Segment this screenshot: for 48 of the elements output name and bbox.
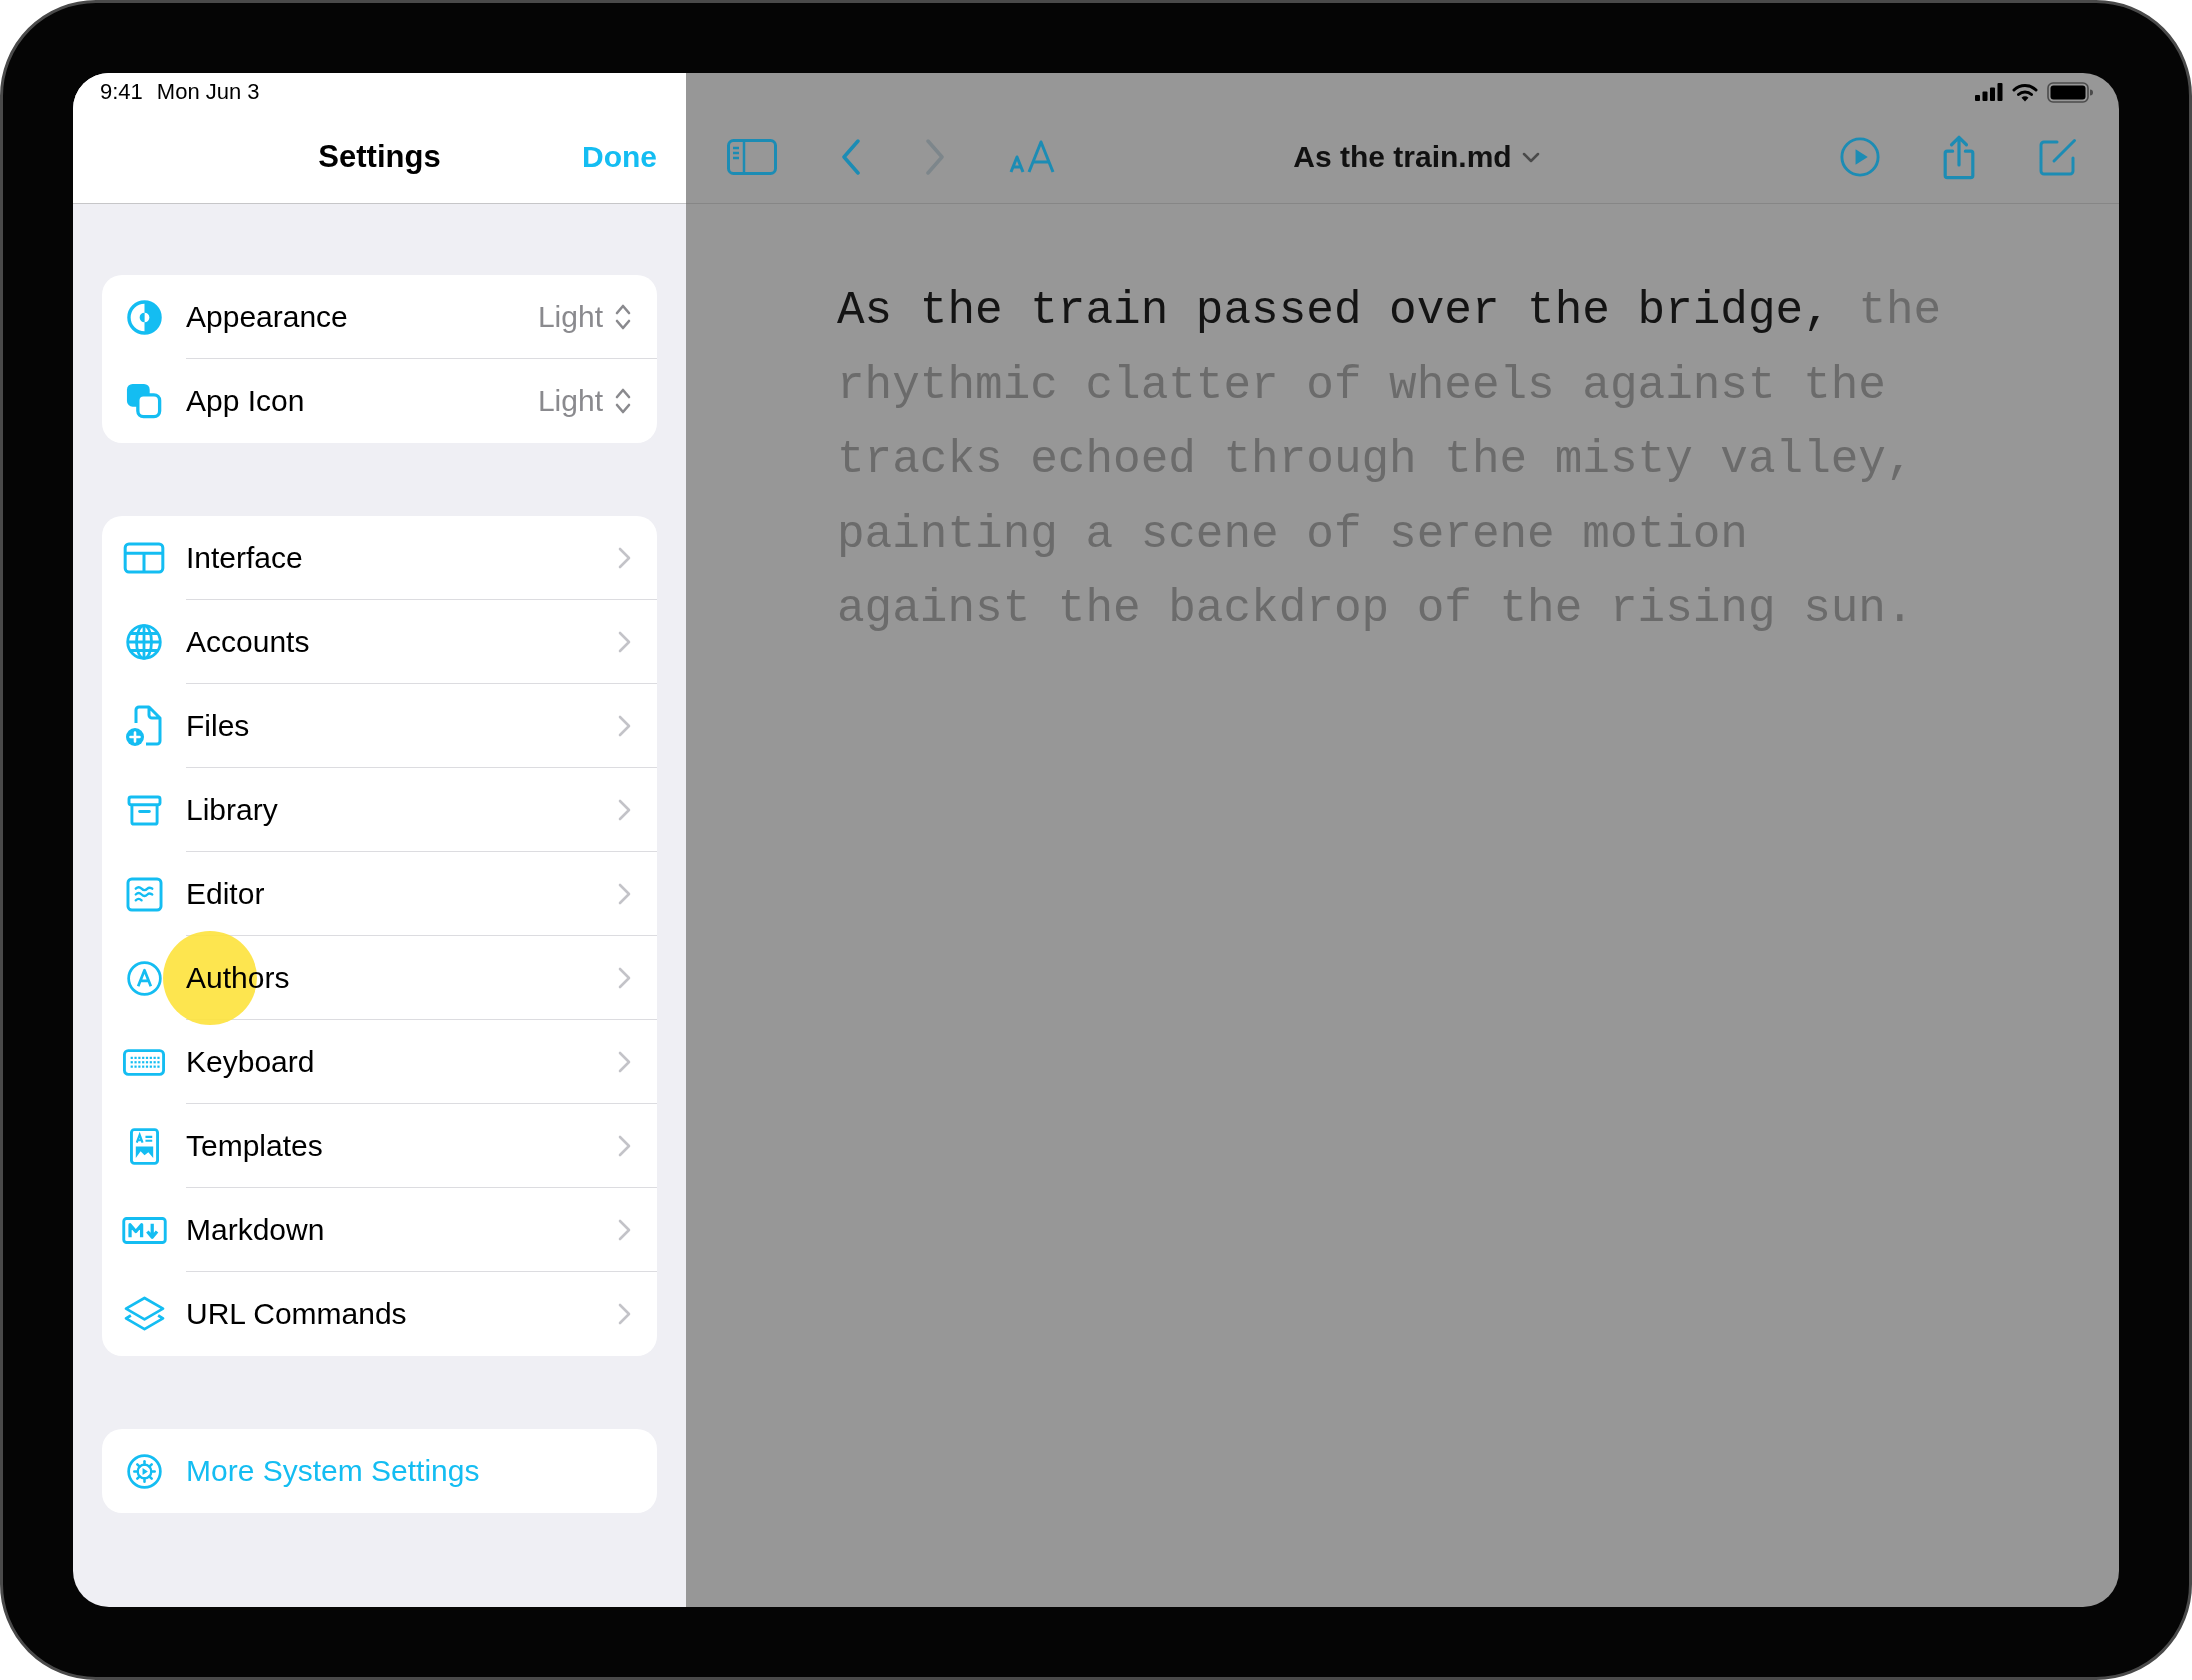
chevron-right-icon xyxy=(618,798,631,821)
setting-label: App Icon xyxy=(186,384,306,418)
wifi-icon xyxy=(2012,82,2038,102)
chevron-right-icon xyxy=(618,1303,631,1325)
document-image-icon xyxy=(129,1127,159,1165)
settings-row[interactable]: Keyboard xyxy=(102,1020,657,1104)
settings-row[interactable]: Markdown xyxy=(102,1188,657,1272)
overlapping-squares-icon xyxy=(126,383,162,419)
layout-icon xyxy=(123,542,165,574)
chevron-right-icon xyxy=(618,1134,631,1157)
layers-icon xyxy=(123,1295,165,1333)
setting-label: Appearance xyxy=(186,299,349,334)
chevron-right-icon xyxy=(618,1218,631,1241)
settings-row[interactable]: Interface xyxy=(102,516,657,600)
chevron-right-icon xyxy=(618,714,631,737)
signal-icon xyxy=(1975,83,2003,101)
chevron-down-icon xyxy=(1521,151,1540,163)
chevron-right-icon xyxy=(618,1050,631,1073)
sidebar-icon[interactable] xyxy=(727,139,777,175)
up-down-chevron-icon xyxy=(615,387,631,415)
settings-row[interactable]: Files xyxy=(102,684,657,768)
compose-icon[interactable] xyxy=(2038,137,2078,177)
document-title-button[interactable]: As the train.md xyxy=(1293,140,1540,174)
up-down-chevron-icon xyxy=(615,302,631,331)
settings-row[interactable]: Templates xyxy=(102,1104,657,1188)
globe-icon xyxy=(126,624,162,660)
settings-title: Settings xyxy=(318,139,441,175)
play-icon[interactable] xyxy=(1840,137,1880,177)
chevron-right-icon xyxy=(618,630,631,653)
settings-row[interactable]: Accounts xyxy=(102,600,657,684)
archive-box-icon xyxy=(126,794,162,826)
settings-icon xyxy=(126,1453,162,1489)
settings-row[interactable]: Library xyxy=(102,768,657,852)
settings-row[interactable]: URL Commands xyxy=(102,1272,657,1356)
keyboard-icon xyxy=(123,1048,165,1076)
chevron-left-icon[interactable] xyxy=(841,139,861,175)
status-date: Mon Jun 3 xyxy=(156,79,260,105)
chevron-right-icon xyxy=(618,966,631,989)
letter-a-circle-icon xyxy=(126,960,162,996)
document-plus-icon xyxy=(125,705,163,747)
wavy-lines-icon xyxy=(125,876,163,912)
status-time: 9:41 xyxy=(100,79,143,105)
chevron-right-icon xyxy=(618,882,631,905)
text-size-icon[interactable] xyxy=(1009,140,1057,174)
half-filled-circle-icon xyxy=(126,299,162,335)
battery-icon xyxy=(2047,81,2093,103)
chevron-right-icon xyxy=(618,546,631,569)
share-icon[interactable] xyxy=(1942,133,1976,181)
